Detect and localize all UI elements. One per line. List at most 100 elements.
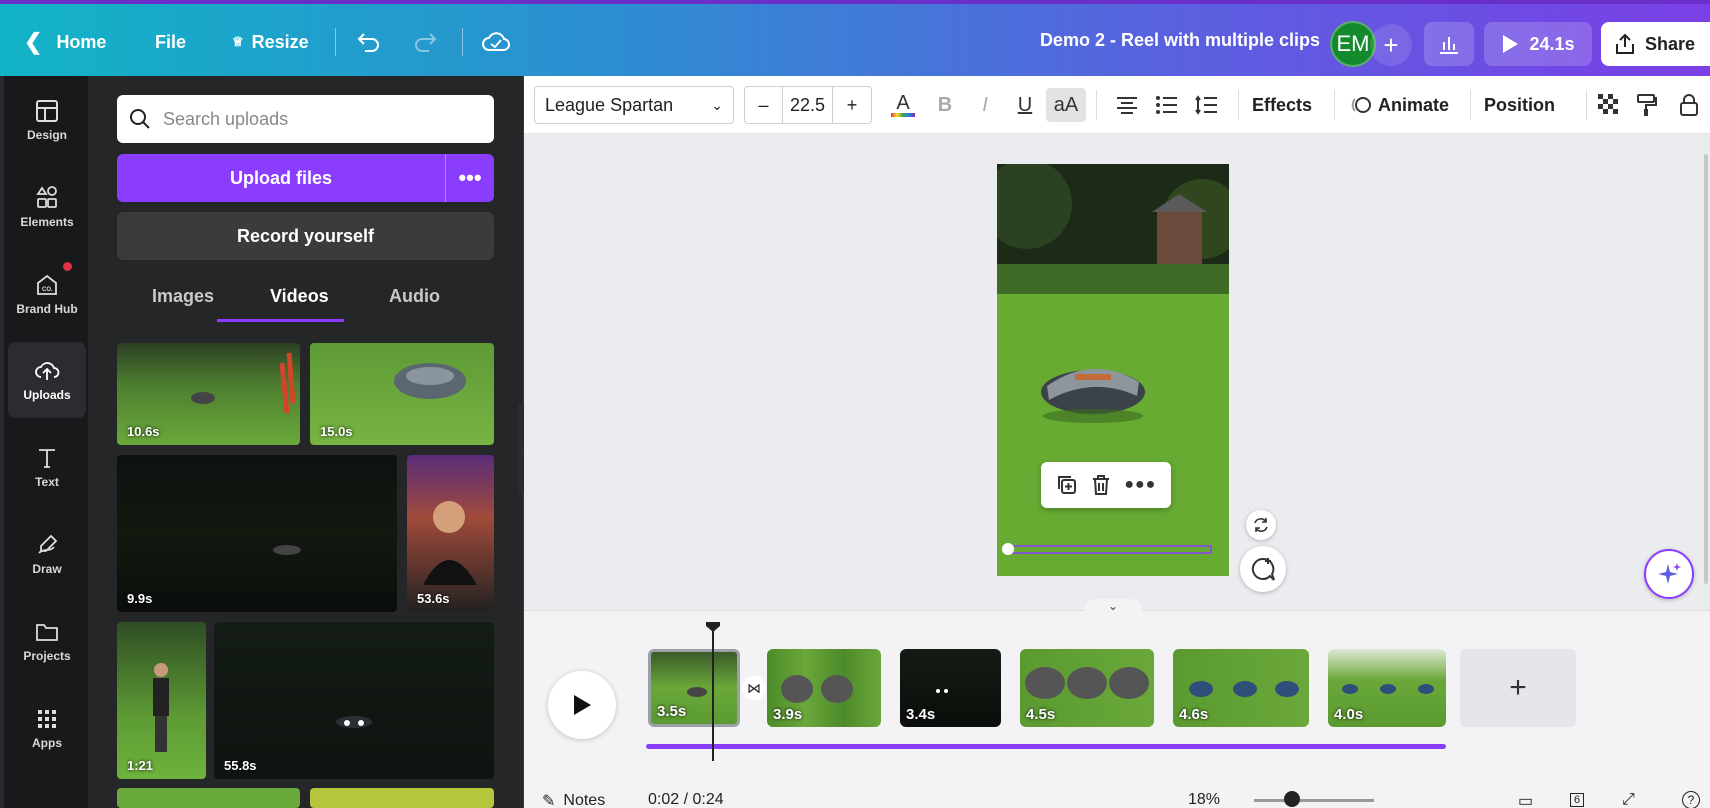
undo-button[interactable] bbox=[356, 26, 382, 58]
video-thumbnail[interactable]: 9.9s bbox=[117, 455, 397, 612]
redo-button[interactable] bbox=[412, 26, 438, 58]
play-preview-button[interactable]: 24.1s bbox=[1484, 22, 1592, 66]
timeline-clip[interactable]: 3.9s bbox=[767, 649, 881, 727]
rotate-button[interactable] bbox=[1246, 510, 1276, 540]
lock-button[interactable] bbox=[1672, 88, 1706, 122]
position-button[interactable]: Position bbox=[1484, 88, 1555, 122]
timeline-clip[interactable]: 4.0s bbox=[1328, 649, 1446, 727]
resize-button[interactable]: ♕ Resize bbox=[232, 26, 309, 58]
video-thumbnail[interactable]: 53.6s bbox=[407, 455, 494, 612]
playhead-handle-icon[interactable] bbox=[705, 621, 721, 633]
rail-item-elements[interactable]: Elements bbox=[8, 169, 86, 245]
copy-style-button[interactable] bbox=[1630, 88, 1664, 122]
search-input[interactable]: Search uploads bbox=[163, 109, 288, 130]
design-page[interactable] bbox=[997, 164, 1229, 576]
more-options-icon[interactable]: ••• bbox=[445, 154, 494, 202]
tab-audio[interactable]: Audio bbox=[389, 286, 440, 307]
bold-button[interactable]: B bbox=[928, 88, 962, 122]
text-color-button[interactable]: A bbox=[886, 88, 920, 122]
rail-item-draw[interactable]: Draw bbox=[8, 516, 86, 592]
divider bbox=[462, 28, 463, 56]
timeline-play-button[interactable] bbox=[548, 671, 616, 739]
more-icon[interactable]: ●●● bbox=[1124, 476, 1156, 494]
rail-item-design[interactable]: Design bbox=[8, 82, 86, 158]
tab-videos[interactable]: Videos bbox=[270, 286, 329, 307]
page-count[interactable]: 6 bbox=[1570, 793, 1585, 807]
font-size-input[interactable]: 22.5 bbox=[783, 87, 833, 123]
paint-roller-icon bbox=[1637, 94, 1657, 116]
text-case-icon: aA bbox=[1053, 93, 1079, 116]
zoom-slider[interactable] bbox=[1254, 799, 1374, 802]
animate-button[interactable]: Animate bbox=[1350, 88, 1449, 122]
folder-icon bbox=[36, 624, 58, 641]
duplicate-icon[interactable] bbox=[1056, 474, 1078, 496]
save-status-button[interactable] bbox=[482, 26, 510, 58]
underline-button[interactable]: U bbox=[1008, 88, 1042, 122]
grid-view-icon[interactable]: ▭ bbox=[1518, 791, 1533, 808]
upload-files-button[interactable]: Upload files ••• bbox=[117, 154, 494, 202]
decrease-size-button[interactable]: – bbox=[745, 87, 783, 123]
rail-item-brand-hub[interactable]: CO. Brand Hub bbox=[8, 256, 86, 332]
rail-item-projects[interactable]: Projects bbox=[8, 603, 86, 679]
rail-item-apps[interactable]: Apps bbox=[8, 690, 86, 766]
vertical-scrollbar[interactable] bbox=[1704, 154, 1708, 584]
add-comment-button[interactable] bbox=[1240, 546, 1286, 592]
notes-label: Notes bbox=[563, 792, 606, 808]
brand-hub-icon: CO. bbox=[37, 274, 57, 295]
font-size-stepper: – 22.5 + bbox=[744, 86, 872, 124]
tab-images[interactable]: Images bbox=[152, 286, 214, 307]
rail-item-text[interactable]: Text bbox=[8, 429, 86, 505]
side-rail: Design Elements CO. Brand Hub Uploads Te… bbox=[0, 76, 88, 808]
chevron-down-icon: ⌄ bbox=[1107, 599, 1119, 613]
magic-assistant-button[interactable] bbox=[1644, 549, 1694, 599]
help-icon[interactable]: ? bbox=[1682, 791, 1700, 808]
record-yourself-button[interactable]: Record yourself bbox=[117, 212, 494, 260]
timeline-clip[interactable]: 4.5s bbox=[1020, 649, 1154, 727]
insights-button[interactable] bbox=[1424, 22, 1474, 66]
underline-icon: U bbox=[1017, 93, 1033, 116]
share-button[interactable]: Share bbox=[1601, 22, 1710, 66]
design-title[interactable]: Demo 2 - Reel with multiple clips bbox=[1040, 30, 1320, 51]
home-button[interactable]: ❮ Home bbox=[24, 26, 106, 58]
zoom-slider-handle[interactable] bbox=[1284, 791, 1300, 807]
add-collaborator-button[interactable]: + bbox=[1370, 24, 1412, 66]
divider bbox=[1586, 90, 1587, 120]
case-button[interactable]: aA bbox=[1046, 88, 1086, 122]
trash-icon[interactable] bbox=[1091, 474, 1111, 496]
italic-button[interactable]: I bbox=[968, 88, 1002, 122]
increase-size-button[interactable]: + bbox=[833, 87, 871, 123]
headlights-image bbox=[336, 716, 372, 728]
rail-item-uploads[interactable]: Uploads bbox=[8, 342, 86, 418]
video-thumbnail[interactable]: 10.6s bbox=[117, 343, 300, 445]
video-thumbnail[interactable]: 55.8s bbox=[214, 622, 494, 779]
add-page-button[interactable]: + bbox=[1460, 649, 1576, 727]
notes-button[interactable]: ✎ Notes bbox=[542, 791, 605, 808]
video-thumbnail[interactable] bbox=[310, 788, 494, 808]
video-thumbnail[interactable]: 1:21 bbox=[117, 622, 206, 779]
chevron-down-icon: ⌄ bbox=[711, 96, 723, 113]
timeline-clip[interactable]: 3.5s bbox=[648, 649, 740, 727]
timeline-clip[interactable]: 3.4s bbox=[900, 649, 1001, 727]
video-thumbnail[interactable]: 15.0s bbox=[310, 343, 494, 445]
timeline-clip[interactable]: 4.6s bbox=[1173, 649, 1309, 727]
playhead[interactable] bbox=[712, 625, 714, 761]
timeline-progress-track[interactable] bbox=[646, 744, 1446, 749]
list-button[interactable] bbox=[1150, 88, 1184, 122]
bold-icon: B bbox=[937, 93, 953, 116]
fullscreen-icon[interactable]: ⤢ bbox=[1622, 791, 1635, 808]
spacing-button[interactable] bbox=[1190, 88, 1224, 122]
night-mower-image bbox=[273, 545, 301, 555]
video-thumbnail[interactable] bbox=[117, 788, 300, 808]
presenter-image bbox=[423, 501, 477, 585]
plus-icon: + bbox=[1383, 29, 1399, 60]
transparency-button[interactable] bbox=[1592, 88, 1626, 122]
effects-button[interactable]: Effects bbox=[1252, 88, 1312, 122]
transparency-icon bbox=[1598, 94, 1618, 114]
file-menu-button[interactable]: File bbox=[155, 26, 186, 58]
collapse-timeline-button[interactable]: ⌄ bbox=[1084, 599, 1142, 613]
transition-button[interactable]: ⋈ bbox=[742, 676, 766, 700]
font-dropdown[interactable]: League Spartan ⌄ bbox=[534, 86, 734, 124]
search-field[interactable]: Search uploads bbox=[117, 95, 494, 143]
zoom-level[interactable]: 18% bbox=[1188, 791, 1220, 808]
align-button[interactable] bbox=[1110, 88, 1144, 122]
